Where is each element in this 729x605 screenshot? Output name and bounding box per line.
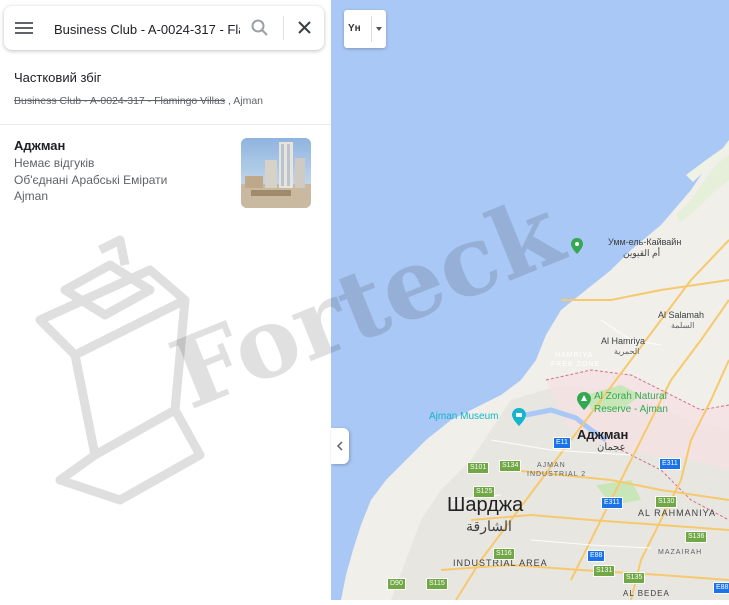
- map-label-al-hamriya-ar: الحمرية: [614, 347, 640, 356]
- search-divider: [283, 16, 284, 40]
- close-icon[interactable]: [290, 16, 318, 40]
- road-shield: S136: [685, 531, 708, 543]
- map-label-al-salamah[interactable]: Al Salamah: [658, 310, 704, 320]
- partial-match-suffix: , Ajman: [225, 95, 264, 107]
- park-icon[interactable]: [571, 238, 583, 259]
- map-label-ajman-industrial-2: INDUSTRIAL 2: [527, 471, 587, 478]
- chevron-left-icon: [336, 441, 343, 451]
- map-label-ajman-industrial-1[interactable]: AJMAN: [537, 462, 566, 469]
- road-shield: E311: [659, 458, 681, 470]
- result-country: Об'єднані Арабські Емірати: [14, 173, 168, 187]
- map-label-al-zorah-1[interactable]: Al Zorah Natural: [594, 391, 667, 402]
- road-shield: S115: [426, 578, 448, 590]
- map-label-umm-al-quwain[interactable]: Умм-ель-Кайвайн: [608, 237, 681, 247]
- search-input[interactable]: [52, 18, 242, 40]
- result-reviews: Немає відгуків: [14, 156, 95, 170]
- partial-match-struck-text: Business Club - A-0024-317 - Flamingo Vi…: [14, 95, 226, 107]
- partial-match-line[interactable]: Business Club - A-0024-317 - Flamingo Vi…: [14, 95, 263, 107]
- map-label-al-zorah-2: Reserve - Ajman: [594, 404, 668, 415]
- road-shield: E11: [553, 437, 571, 449]
- map-label-al-salamah-ar: السلمة: [671, 321, 695, 330]
- search-box: [4, 6, 324, 50]
- result-card[interactable]: Аджман Немає відгуків Об'єднані Арабські…: [0, 125, 331, 215]
- map-label-ajman-museum[interactable]: Ajman Museum: [429, 411, 498, 422]
- road-shield: E88: [713, 582, 729, 594]
- road-shield: S134: [499, 460, 522, 472]
- chevron-down-icon[interactable]: [376, 27, 382, 31]
- map-label-al-hamriya[interactable]: Al Hamriya: [601, 336, 645, 346]
- result-photo-thumbnail[interactable]: [241, 138, 311, 208]
- road-shield: E311: [601, 497, 623, 509]
- road-shield: S130: [655, 496, 678, 508]
- road-shield: S116: [493, 548, 515, 560]
- map-label-hamriya-free-zone-2: FREE ZONE: [551, 361, 601, 368]
- search-icon[interactable]: [248, 16, 272, 40]
- map-type-label: Yн: [348, 23, 361, 34]
- map-label-al-bedea[interactable]: AL BEDEA: [623, 589, 670, 598]
- map-type-button[interactable]: Yн: [344, 10, 386, 48]
- hamburger-menu-icon[interactable]: [14, 19, 34, 37]
- map-canvas[interactable]: Умм-ель-Кайвайн أم القيوين Al Salamah ال…: [331, 0, 729, 600]
- collapse-panel-button[interactable]: [331, 428, 349, 464]
- road-shield: S125: [473, 486, 496, 498]
- result-name: Аджман: [14, 138, 66, 153]
- result-city: Ajman: [14, 189, 49, 203]
- map-label-ajman[interactable]: Аджман: [577, 427, 628, 442]
- map-label-ajman-ar: عجمان: [597, 442, 626, 453]
- road-shield: S101: [467, 462, 490, 474]
- map-label-sharjah-ar: الشارقة: [466, 518, 512, 534]
- map-label-al-rahmaniya[interactable]: AL RAHMANIYA: [638, 508, 716, 518]
- road-shield: S135: [623, 572, 646, 584]
- map-label-mazairah[interactable]: MAZAIRAH: [658, 549, 702, 556]
- nature-reserve-icon[interactable]: [577, 392, 591, 415]
- partial-match-heading: Частковий збіг: [14, 70, 102, 85]
- museum-icon[interactable]: [512, 408, 526, 431]
- road-shield: E88: [587, 550, 606, 562]
- road-shield: S131: [593, 565, 616, 577]
- map-type-separator: [371, 16, 372, 42]
- map-label-hamriya-free-zone-1[interactable]: HAMRIYA: [555, 352, 593, 359]
- side-panel: Частковий збіг Business Club - A-0024-31…: [0, 0, 331, 600]
- map-label-umm-al-quwain-ar: أم القيوين: [623, 248, 661, 258]
- road-shield: D90: [387, 578, 406, 590]
